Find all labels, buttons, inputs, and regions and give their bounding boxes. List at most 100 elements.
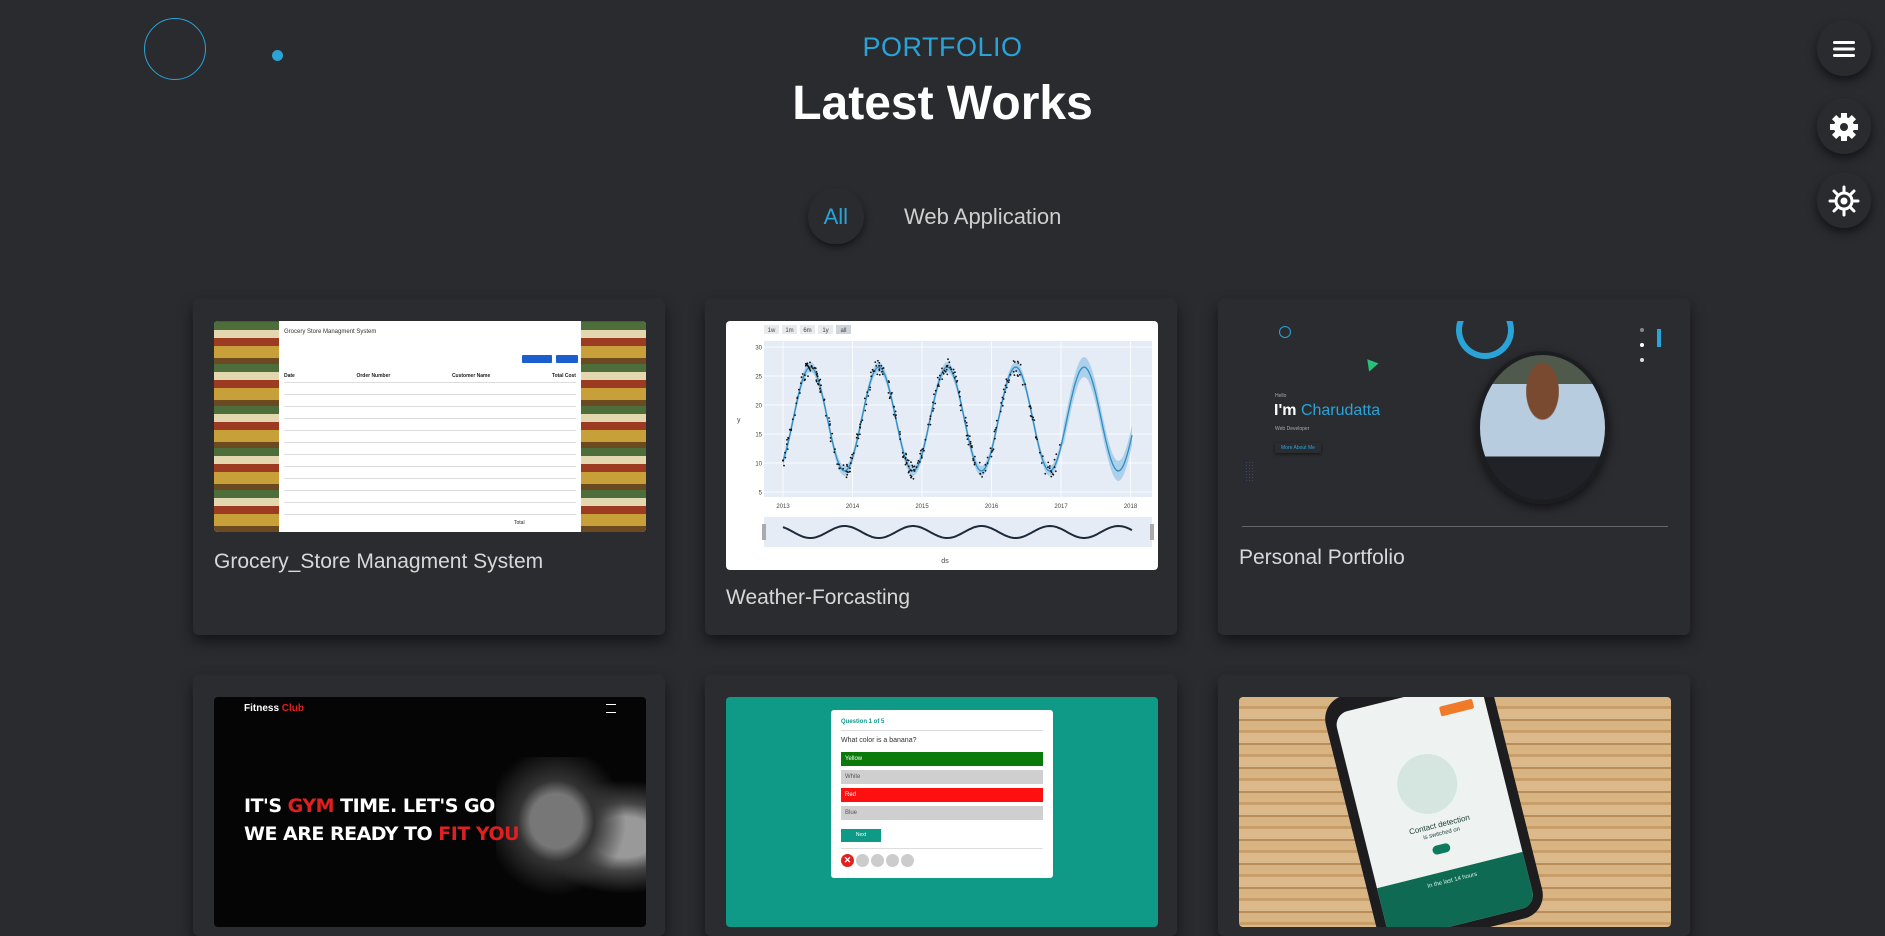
chart-point — [934, 389, 937, 392]
thumb-more-button: More About Me — [1275, 443, 1321, 453]
decorative-dot-grid — [1245, 461, 1254, 481]
chart-point — [938, 374, 941, 377]
wrong-icon: ✕ — [841, 854, 854, 867]
quiz-question: What color is a banana? — [841, 737, 917, 744]
thumb-total-label: Total — [514, 520, 525, 526]
chart-point — [1050, 475, 1053, 478]
table-row — [284, 442, 576, 443]
chart-point — [836, 463, 839, 465]
chart-point — [936, 385, 939, 387]
project-thumbnail-fitness[interactable]: Fitness Club IT'S GYM TIME. LET'S GO WE … — [214, 697, 646, 927]
chart-point — [878, 361, 881, 364]
project-thumbnail-portfolio[interactable]: Hello I'm Charudatta Web Developer More … — [1239, 321, 1671, 529]
x-tick-label: 2016 — [985, 504, 999, 510]
chart-point — [955, 381, 958, 383]
chart-point — [874, 361, 877, 363]
project-title[interactable]: Grocery_Store Managment System — [214, 550, 543, 574]
chart-point — [892, 413, 895, 416]
chart-point — [845, 476, 848, 479]
quiz-progress: Question 1 of 5 — [841, 719, 885, 725]
project-card-portfolio[interactable]: Hello I'm Charudatta Web Developer More … — [1218, 300, 1690, 635]
filter-web-application[interactable]: Web Application — [888, 190, 1077, 244]
chart-point — [932, 407, 935, 410]
chart-point — [910, 461, 912, 464]
x-tick-label: 2013 — [776, 504, 790, 510]
chart-point — [894, 417, 897, 419]
chart-point — [981, 476, 983, 478]
thumb-role: Web Developer — [1275, 426, 1310, 432]
x-tick-label: 2015 — [915, 504, 929, 510]
chart-point — [1033, 419, 1036, 421]
y-tick-label: 30 — [755, 346, 762, 352]
chart-point — [894, 410, 897, 413]
project-title[interactable]: Personal Portfolio — [1239, 546, 1405, 570]
chart-point — [864, 409, 867, 412]
chart-point — [1048, 467, 1051, 470]
project-thumbnail-contact-app[interactable]: Contact detection is switched on In the … — [1239, 697, 1671, 927]
project-thumbnail-weather[interactable]: 1w 1m 6m 1y all 30 25 20 15 10 5 2013 2014 2015 2016 2… — [726, 321, 1158, 570]
chart-point — [972, 459, 975, 462]
table-row — [284, 502, 576, 503]
project-card-fitness[interactable]: Fitness Club IT'S GYM TIME. LET'S GO WE … — [193, 676, 665, 936]
chart-point — [798, 388, 800, 391]
table-row — [284, 454, 576, 455]
chart-point — [1030, 415, 1033, 418]
range-button-label: 1y — [822, 328, 828, 334]
project-thumbnail-quiz[interactable]: Question 1 of 5 What color is a banana? … — [726, 697, 1158, 927]
chart-point — [915, 466, 918, 468]
chart-point — [887, 380, 890, 382]
divider — [841, 848, 1043, 849]
filter-all[interactable]: All — [807, 190, 865, 244]
chart-point — [790, 428, 793, 431]
menu-button[interactable] — [1817, 22, 1871, 76]
chart-point — [873, 370, 876, 372]
chart-point — [992, 448, 995, 451]
chart-point — [878, 374, 881, 376]
thumb-headline: IT'S GYM TIME. LET'S GO WE ARE READY TO … — [244, 795, 520, 845]
project-card-contact-app[interactable]: Contact detection is switched on In the … — [1218, 676, 1690, 936]
table-row — [284, 406, 576, 407]
chart-point — [986, 456, 989, 459]
chart-point — [1015, 370, 1018, 372]
x-tick-label: 2018 — [1124, 504, 1138, 510]
quiz-option: White — [841, 770, 1043, 784]
chart-point — [1005, 378, 1008, 380]
chart-point — [1041, 455, 1044, 457]
chart-point — [941, 378, 944, 380]
chart-point — [870, 371, 872, 374]
project-title[interactable]: Weather-Forcasting — [726, 586, 910, 610]
chart-point — [828, 424, 831, 426]
quiz-option: Yellow — [841, 752, 1043, 766]
settings-button[interactable] — [1817, 100, 1871, 154]
nav-dot — [1640, 328, 1644, 332]
chart-point — [1007, 381, 1010, 384]
chart-point — [846, 473, 849, 476]
chart-point — [1050, 471, 1053, 474]
shelf-image — [581, 321, 646, 532]
chart-point — [809, 369, 812, 372]
chart-point — [973, 463, 976, 466]
chart-point — [967, 443, 970, 446]
chart-point — [952, 372, 955, 375]
chart-point — [849, 462, 852, 465]
project-card-grocery[interactable]: Grocery Store Managment System Date Orde… — [193, 300, 665, 635]
project-card-quiz[interactable]: Question 1 of 5 What color is a banana? … — [705, 676, 1177, 936]
chart-point — [1040, 462, 1043, 464]
chart-point — [870, 375, 873, 378]
chart-point — [787, 436, 789, 439]
chart-point — [1012, 370, 1015, 373]
chart-point — [958, 390, 961, 393]
chart-point — [982, 471, 985, 474]
chart-point — [881, 367, 884, 370]
chart-point — [828, 417, 830, 419]
chart-point — [912, 477, 915, 480]
chart-y-label: y — [737, 417, 741, 424]
chart-point — [818, 379, 821, 382]
thumb-hello: Hello — [1275, 393, 1287, 399]
theme-toggle-button[interactable] — [1817, 174, 1871, 228]
chart-point — [966, 424, 968, 427]
chart-point — [833, 451, 836, 454]
project-card-weather[interactable]: 1w 1m 6m 1y all 30 25 20 15 10 5 2013 2014 2015 2016 2… — [705, 300, 1177, 635]
chart-point — [838, 463, 840, 466]
project-thumbnail-grocery[interactable]: Grocery Store Managment System Date Orde… — [214, 321, 646, 532]
